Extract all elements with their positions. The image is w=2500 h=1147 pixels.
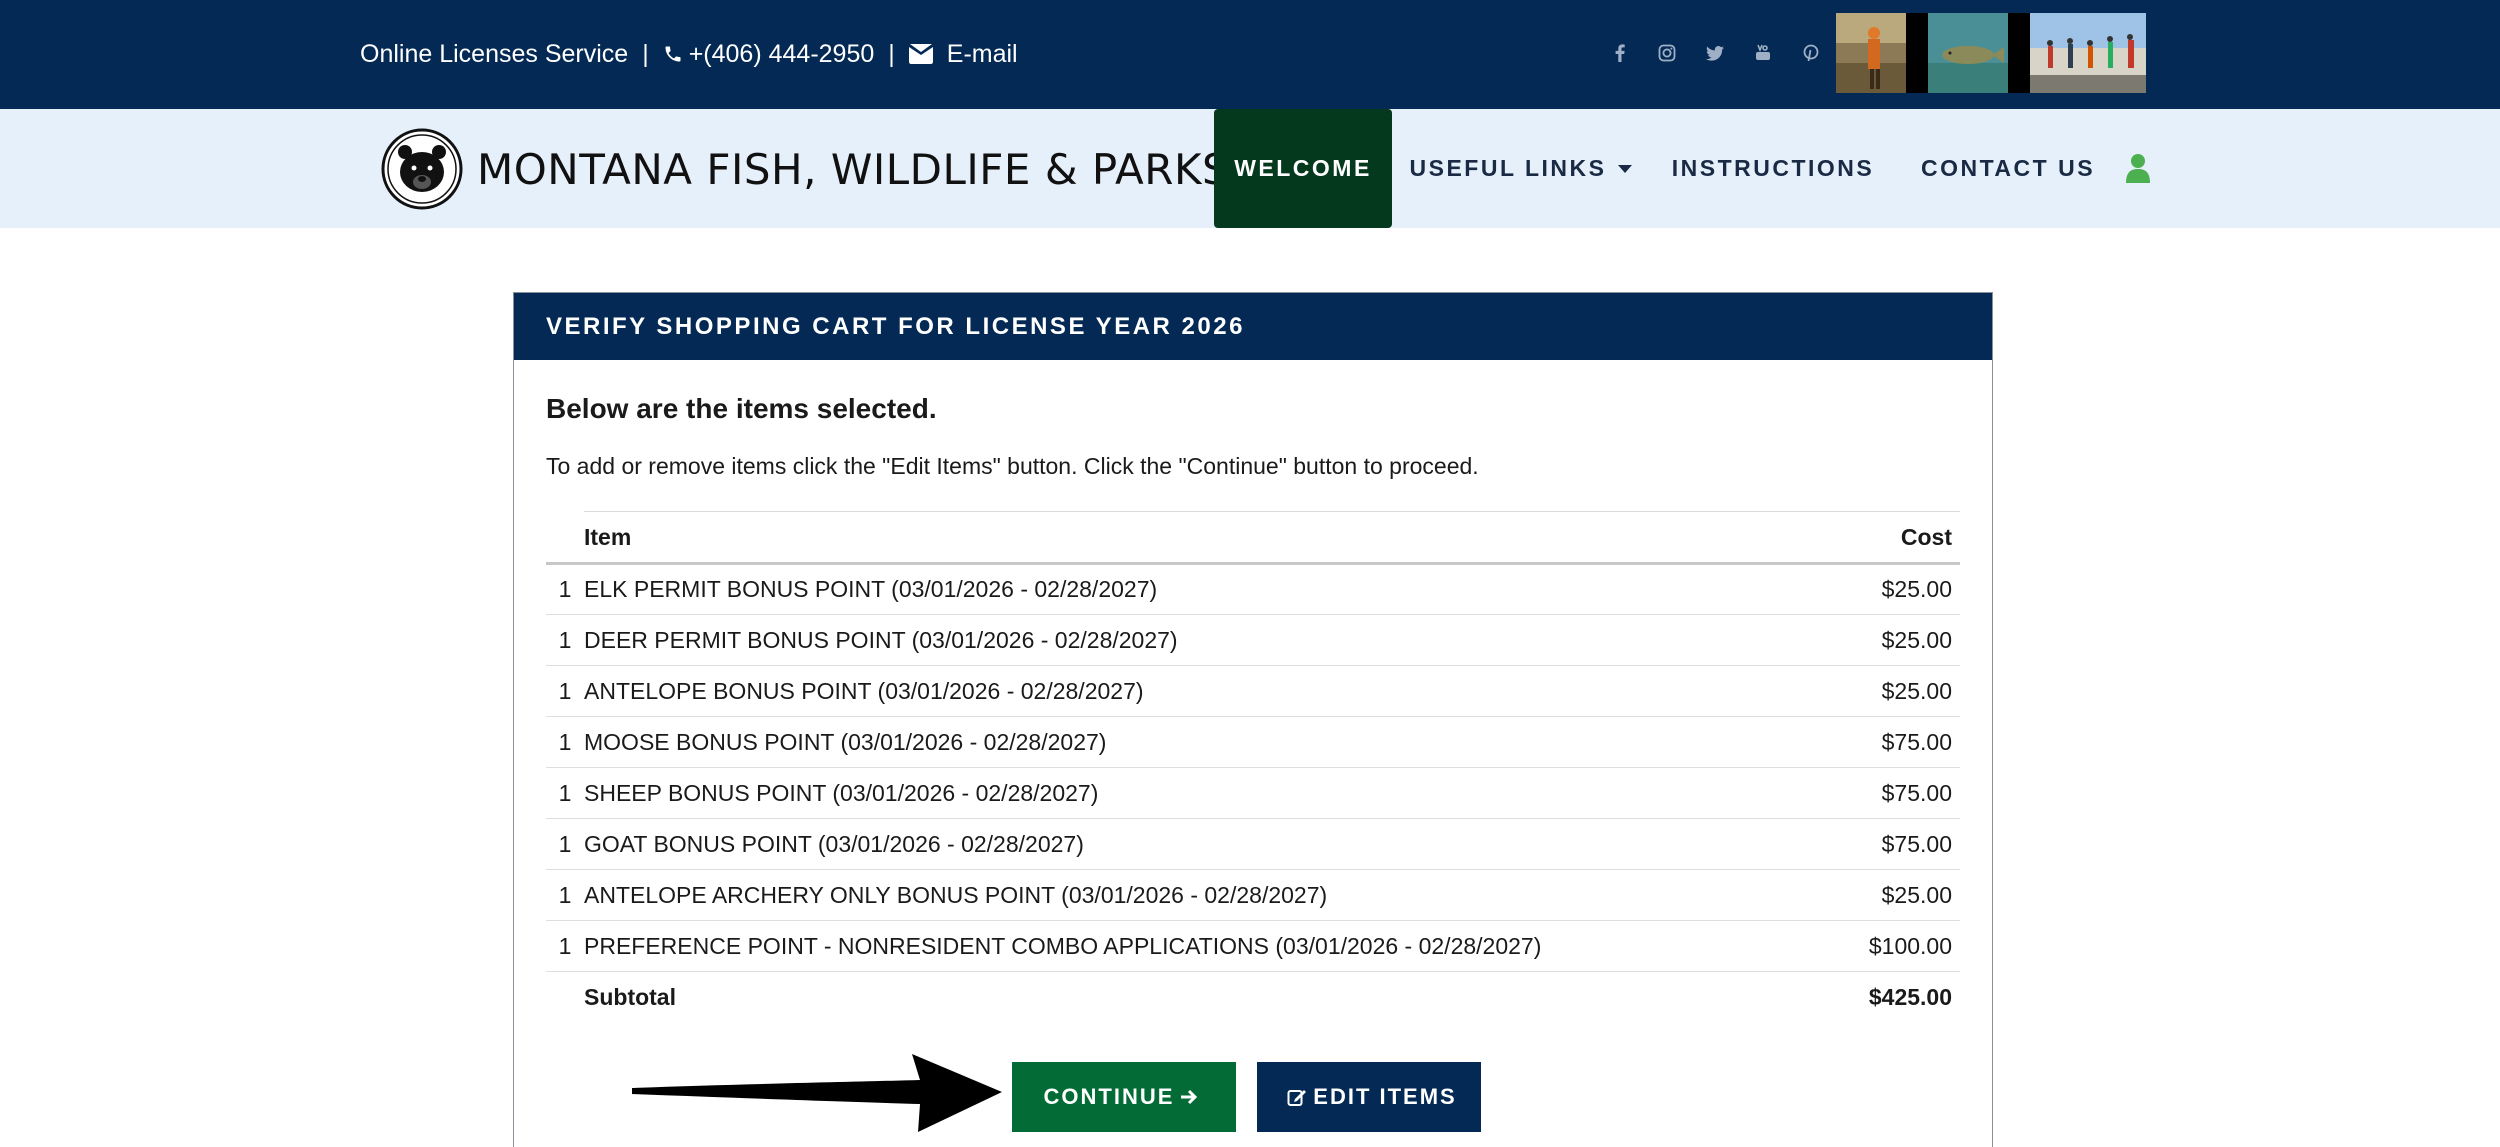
nav-useful-links-label: USEFUL LINKS [1409, 155, 1607, 181]
phone-link[interactable]: +(406) 444-2950 [663, 39, 875, 69]
row-qty: 1 [546, 818, 584, 870]
nav-contact-us[interactable]: CONTACT US [1912, 109, 2104, 228]
subtotal-label: Subtotal [584, 984, 676, 1011]
row-cost: $75.00 [1840, 716, 1960, 768]
contact-strip: Online Licenses Service | +(406) 444-295… [360, 34, 1018, 74]
nav-instructions[interactable]: INSTRUCTIONS [1664, 109, 1882, 228]
subtotal-value: $425.00 [1868, 984, 1952, 1011]
pointer-arrow-icon [632, 1054, 1002, 1132]
row-qty: 1 [546, 665, 584, 717]
table-row: 1 ANTELOPE BONUS POINT (03/01/2026 - 02/… [546, 665, 1960, 717]
pinterest-icon[interactable] [1796, 38, 1826, 68]
shopping-cart-panel: VERIFY SHOPPING CART FOR LICENSE YEAR 20… [513, 292, 1993, 1147]
row-item: GOAT BONUS POINT (03/01/2026 - 02/28/202… [584, 818, 1841, 870]
nav-contact-us-label: CONTACT US [1920, 155, 2096, 181]
cost-column-header: Cost [1840, 511, 1960, 565]
twitter-icon[interactable] [1700, 38, 1730, 68]
envelope-icon [908, 44, 933, 64]
row-cost: $25.00 [1840, 614, 1960, 666]
row-cost: $75.00 [1840, 767, 1960, 819]
arrow-right-icon [1180, 1088, 1198, 1106]
table-row: 1 ANTELOPE ARCHERY ONLY BONUS POINT (03/… [546, 869, 1960, 921]
nav-welcome[interactable]: WELCOME [1214, 109, 1392, 228]
item-column-header: Item [584, 511, 1841, 565]
row-cost: $100.00 [1840, 920, 1960, 972]
row-cost: $25.00 [1840, 665, 1960, 717]
row-cost: $25.00 [1840, 869, 1960, 921]
email-label: E-mail [946, 39, 1018, 68]
edit-items-button[interactable]: EDIT ITEMS [1257, 1062, 1481, 1132]
facebook-icon[interactable] [1605, 38, 1635, 68]
nav-instructions-label: INSTRUCTIONS [1671, 155, 1875, 181]
online-licenses-label: Online Licenses Service [360, 39, 629, 68]
user-account-icon[interactable] [2126, 153, 2150, 183]
edit-items-label: EDIT ITEMS [1313, 1084, 1457, 1109]
top-utility-bar: Online Licenses Service | +(406) 444-295… [0, 0, 2500, 109]
instagram-icon[interactable] [1652, 38, 1682, 68]
row-qty: 1 [546, 920, 584, 972]
row-qty: 1 [546, 716, 584, 768]
table-header-row: Item Cost [546, 511, 1960, 565]
table-row: 1 SHEEP BONUS POINT (03/01/2026 - 02/28/… [546, 767, 1960, 819]
row-item: ELK PERMIT BONUS POINT (03/01/2026 - 02/… [584, 563, 1841, 615]
hikers-photo [2030, 13, 2146, 93]
row-cost: $25.00 [1840, 563, 1960, 615]
row-item: DEER PERMIT BONUS POINT (03/01/2026 - 02… [584, 614, 1841, 666]
youtube-icon[interactable] [1748, 38, 1778, 68]
row-cost: $75.00 [1840, 818, 1960, 870]
table-row: 1 ELK PERMIT BONUS POINT (03/01/2026 - 0… [546, 563, 1960, 615]
cart-items-table: Item Cost 1 ELK PERMIT BONUS POINT (03/0… [546, 511, 1960, 1024]
fish-photo [1928, 13, 2008, 93]
row-qty: 1 [546, 563, 584, 615]
qty-header [546, 511, 584, 565]
hunter-photo [1836, 13, 1906, 93]
table-row: 1 PREFERENCE POINT - NONRESIDENT COMBO A… [546, 920, 1960, 972]
nav-welcome-label: WELCOME [1234, 155, 1372, 181]
phone-number: +(406) 444-2950 [688, 39, 875, 68]
subtotal-row: Subtotal $425.00 [546, 972, 1960, 1024]
edit-icon [1287, 1087, 1307, 1107]
panel-title: VERIFY SHOPPING CART FOR LICENSE YEAR 20… [514, 293, 1992, 360]
bear-logo-icon[interactable] [381, 128, 463, 210]
table-row: 1 GOAT BONUS POINT (03/01/2026 - 02/28/2… [546, 818, 1960, 870]
row-qty: 1 [546, 614, 584, 666]
main-navbar: MONTANA FISH, WILDLIFE & PARKS WELCOME U… [0, 109, 2500, 228]
continue-label: CONTINUE [1043, 1084, 1175, 1109]
subtotal-qty [546, 972, 584, 1024]
row-item: MOOSE BONUS POINT (03/01/2026 - 02/28/20… [584, 716, 1841, 768]
header-photo-strip [1836, 13, 2146, 93]
table-row: 1 MOOSE BONUS POINT (03/01/2026 - 02/28/… [546, 716, 1960, 768]
row-item: SHEEP BONUS POINT (03/01/2026 - 02/28/20… [584, 767, 1841, 819]
email-link[interactable]: E-mail [908, 39, 1018, 69]
cart-lead-text: Below are the items selected. [546, 393, 937, 424]
row-item: PREFERENCE POINT - NONRESIDENT COMBO APP… [584, 920, 1841, 972]
phone-icon [663, 44, 683, 64]
cart-instructions: To add or remove items click the "Edit I… [546, 453, 1479, 479]
nav-useful-links[interactable]: USEFUL LINKS [1408, 109, 1634, 228]
row-qty: 1 [546, 869, 584, 921]
separator: | [888, 39, 895, 68]
continue-button[interactable]: CONTINUE [1012, 1062, 1236, 1132]
row-item: ANTELOPE BONUS POINT (03/01/2026 - 02/28… [584, 665, 1841, 717]
row-qty: 1 [546, 767, 584, 819]
site-title[interactable]: MONTANA FISH, WILDLIFE & PARKS [477, 145, 1229, 194]
separator: | [642, 39, 649, 68]
caret-down-icon [1618, 164, 1633, 173]
table-row: 1 DEER PERMIT BONUS POINT (03/01/2026 - … [546, 614, 1960, 666]
row-item: ANTELOPE ARCHERY ONLY BONUS POINT (03/01… [584, 869, 1841, 921]
